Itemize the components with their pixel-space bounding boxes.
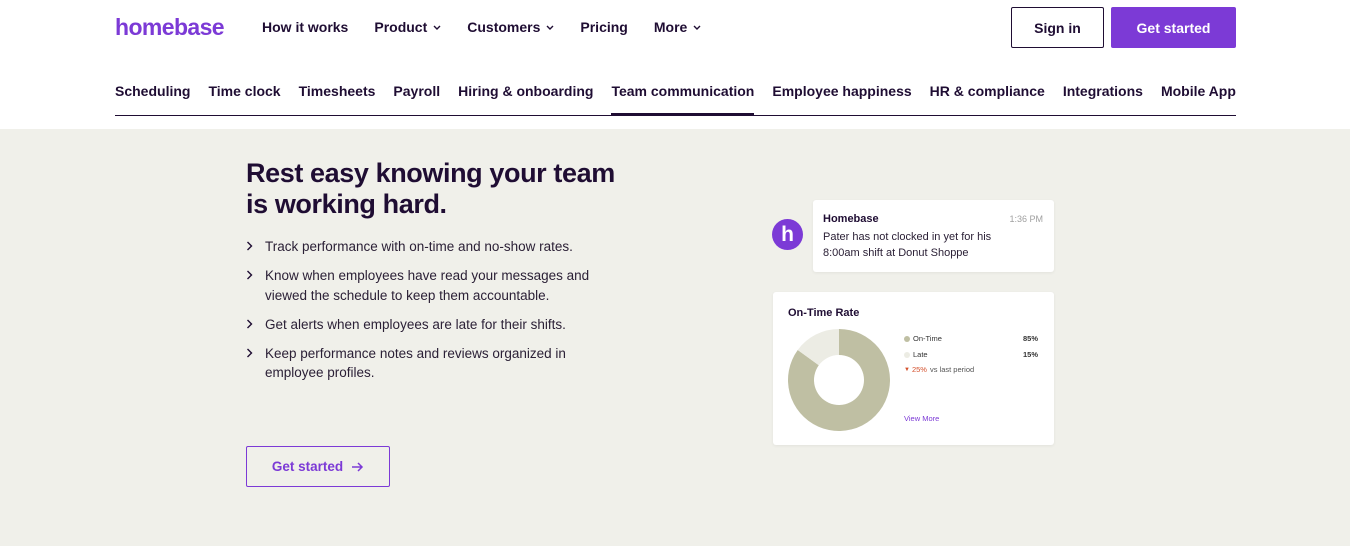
change-text: vs last period: [929, 365, 975, 374]
view-more-link[interactable]: View More: [904, 414, 939, 423]
menu-item-pricing[interactable]: Pricing: [580, 19, 627, 35]
legend-label: On-Time: [913, 334, 942, 343]
hero-section: Rest easy knowing your team is working h…: [0, 129, 1350, 546]
arrow-right-icon: [351, 461, 364, 472]
chevron-right-icon: [246, 237, 265, 257]
top-navigation: homebase How it works Product Customers …: [0, 0, 1350, 56]
benefit-text: Get alerts when employees are late for t…: [265, 316, 566, 332]
subnav-item-employee-happiness[interactable]: Employee happiness: [772, 70, 911, 115]
chart-title: On-Time Rate: [788, 307, 860, 319]
headline-line: Rest easy knowing your team: [246, 158, 615, 188]
menu-item-more[interactable]: More: [654, 19, 701, 35]
subnav-item-team-communication[interactable]: Team communication: [611, 70, 754, 116]
legend-label: Late: [913, 350, 928, 359]
chevron-right-icon: [246, 266, 265, 305]
subnav-item-integrations[interactable]: Integrations: [1063, 70, 1143, 115]
menu-item-label: More: [653, 19, 688, 35]
notification-card: Homebase 1:36 PM Pater has not clocked i…: [813, 200, 1054, 272]
chevron-right-icon: [246, 344, 265, 383]
menu-item-customers[interactable]: Customers: [467, 19, 554, 35]
subnav-item-mobile-app[interactable]: Mobile App: [1161, 70, 1236, 115]
product-subnav: Scheduling Time clock Timesheets Payroll…: [115, 70, 1236, 116]
subnav-item-scheduling[interactable]: Scheduling: [115, 70, 190, 115]
change-value: 25%: [911, 365, 927, 374]
legend-item-on-time: On-Time 85%: [904, 334, 1038, 343]
sign-in-button[interactable]: Sign in: [1011, 7, 1104, 48]
subnav-item-time-clock[interactable]: Time clock: [208, 70, 280, 115]
period-change: ▼ 25% vs last period: [904, 365, 974, 374]
menu-item-label: Customers: [467, 19, 541, 35]
menu-item-how-it-works[interactable]: How it works: [262, 19, 348, 35]
on-time-donut-chart: [788, 329, 890, 431]
hero-get-started-button[interactable]: Get started: [246, 446, 390, 487]
homebase-logo[interactable]: homebase: [115, 14, 225, 41]
benefit-item: Get alerts when employees are late for t…: [246, 315, 606, 335]
menu-item-label: How it works: [262, 19, 349, 35]
benefit-list: Track performance with on-time and no-sh…: [246, 237, 606, 392]
benefit-text: Keep performance notes and reviews organ…: [265, 345, 566, 381]
homebase-avatar: h: [772, 219, 803, 250]
legend-swatch: [904, 335, 910, 342]
notification-sender: Homebase: [823, 213, 879, 225]
benefit-text: Know when employees have read your messa…: [265, 268, 590, 303]
subnav-item-hr-compliance[interactable]: HR & compliance: [930, 70, 1045, 115]
menu-item-label: Product: [374, 19, 428, 35]
benefit-text: Track performance with on-time and no-sh…: [265, 239, 573, 254]
chevron-down-icon: [546, 25, 554, 30]
subnav-item-hiring-onboarding[interactable]: Hiring & onboarding: [458, 70, 593, 115]
menu-item-product[interactable]: Product: [374, 19, 441, 35]
chevron-down-icon: [693, 25, 701, 30]
caret-down-icon: ▼: [904, 366, 910, 373]
legend-value: 85%: [1022, 334, 1038, 343]
headline-line: is working hard.: [246, 189, 447, 219]
legend-value: 15%: [1022, 350, 1038, 359]
notification-time: 1:36 PM: [1009, 214, 1043, 224]
page-headline: Rest easy knowing your team is working h…: [246, 158, 646, 220]
subnav-item-timesheets[interactable]: Timesheets: [299, 70, 376, 115]
main-menu: How it works Product Customers Pricing M…: [262, 19, 701, 35]
chevron-right-icon: [246, 315, 265, 335]
legend-swatch: [904, 351, 910, 358]
notification-message: Pater has not clocked in yet for his 8:0…: [823, 231, 992, 259]
benefit-item: Keep performance notes and reviews organ…: [246, 344, 606, 383]
subnav-item-payroll[interactable]: Payroll: [393, 70, 440, 115]
get-started-button[interactable]: Get started: [1111, 7, 1236, 48]
on-time-rate-card: On-Time Rate On-Time 85% Late 15% ▼ 25% …: [773, 292, 1054, 445]
menu-item-label: Pricing: [580, 19, 628, 35]
benefit-item: Know when employees have read your messa…: [246, 266, 606, 305]
benefit-item: Track performance with on-time and no-sh…: [246, 237, 606, 257]
cta-label: Get started: [271, 459, 344, 474]
chevron-down-icon: [433, 25, 441, 30]
legend-item-late: Late 15%: [904, 350, 1038, 359]
